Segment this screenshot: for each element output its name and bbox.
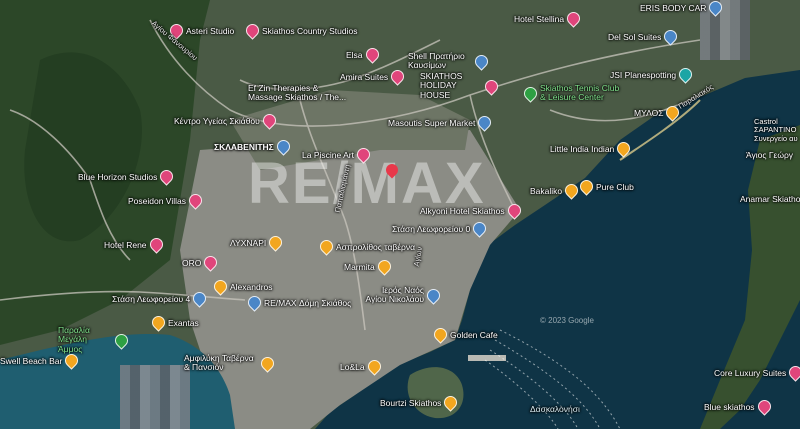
poi-kentro-ygeias[interactable]: Κέντρο Υγείας Σκιάθου [174,111,279,130]
bus-icon [190,289,209,308]
hotel-icon [157,167,177,186]
bar-icon [577,177,596,196]
poi-body-care[interactable]: ERIS BODY CAR [640,0,726,17]
poi-efzin[interactable]: Ef Zin Therapies & Massage Skiathos / Th… [248,83,348,103]
poi-golden-cafe[interactable]: Golden Cafe [431,325,498,344]
poi-marmita[interactable]: Marmita [344,257,394,276]
poi-blue-skiathos[interactable]: Blue skiathos [704,397,774,416]
gas-icon [472,52,491,71]
landmark-icon [441,393,461,412]
bus-icon [470,219,489,238]
poi-core-luxury[interactable]: Core Luxury Suites [714,363,800,382]
poi-little-india[interactable]: Little India Indian [550,139,633,158]
poi-jsi-planespotting[interactable]: JSI Planespotting [610,65,695,84]
hotel-icon [201,253,221,272]
poi-elsa[interactable]: Elsa [346,45,382,64]
place-label-anamar: Anamar Skiatho [740,194,800,204]
restaurant-icon [614,139,633,158]
cafe-icon [431,325,450,344]
poi-country-studios[interactable]: Skiathos Country Studios [243,21,357,40]
poi-sklavenitis[interactable]: ΣΚΛΑΒΕΝΙΤΗΣ [214,137,293,156]
hotel-icon [388,67,407,86]
blurred-area-bottom [120,365,190,429]
poi-alexandros[interactable]: Alexandros [211,277,273,296]
poi-blue-horizon[interactable]: Blue Horizon Studios [78,167,177,186]
poi-lychnari[interactable]: ΛΥΧΝΑΡΙ [230,233,285,252]
poi-stasi-4[interactable]: Στάση Λεωφορείου 4 [112,289,209,308]
cart-icon [475,113,495,132]
poi-stasi-0[interactable]: Στάση Λεωφορείου 0 [392,219,489,238]
poi-del-sol[interactable]: Del Sol Suites [608,27,681,46]
poi-aprolithos[interactable]: Ασπρολίθος ταβέρνα [317,237,415,256]
cart-icon [274,137,293,156]
bar-icon [62,351,82,370]
poi-castrol[interactable]: Castrol ΣΑΡΑΝΤΙΝΟ Συνεργείο αυ [754,117,800,143]
poi-amfilyki[interactable]: Αμφιλύκη Ταβέρνα & Πανσιόν [184,353,277,373]
restaurant-icon [211,277,230,296]
poi-oro[interactable]: ORO [182,253,221,272]
church-icon [424,286,443,305]
copyright-notice: © 2023 Google [540,316,594,325]
poi-bakaliko[interactable]: Bakaliko [530,181,581,200]
restaurant-icon [375,257,394,276]
poi-poseidon[interactable]: Poseidon Villas [128,191,205,210]
place-label-daskaloni: Δασκαλονήσι [530,404,580,414]
poi-ieros-naos[interactable]: Ιερός Ναός Αγίου Νικολάου [360,285,443,305]
poi-amira[interactable]: Amira Suites [340,67,407,86]
poi-hotel-rene[interactable]: Hotel Rene [104,235,166,254]
camera-icon [676,65,695,84]
hotel-icon [362,45,382,64]
restaurant-icon [317,237,336,256]
poi-paralia[interactable]: Παραλία Μεγάλη Άμμος [58,325,131,354]
hospital-icon [260,111,279,130]
poi-swell-beach[interactable]: Swell Beach Bar [0,351,82,370]
restaurant-icon [258,354,277,373]
place-label-agios-georgios: Άγιος Γεώργ [746,150,794,160]
map-view[interactable]: RE/MAX Asteri Studio Skiathos Country St… [0,0,800,429]
poi-pure-club[interactable]: Pure Club [577,177,634,196]
poi-tennis-club[interactable]: Skiathos Tennis Club & Leisure Center [521,83,624,103]
poi-lo-la[interactable]: Lo&La [340,357,384,376]
poi-exantas[interactable]: Exantas [149,313,199,332]
poi-asteri[interactable]: Asteri Studio [167,21,234,40]
restaurant-icon [364,357,384,376]
poi-la-piscine[interactable]: La Piscine Art [302,145,373,164]
poi-stellina[interactable]: Hotel Stellina [514,9,583,28]
hotel-icon [482,76,501,96]
hotel-icon [186,191,205,210]
restaurant-icon [266,233,285,252]
hotel-icon [354,145,373,164]
hotel-icon [754,397,774,416]
beach-icon [112,330,131,350]
hotel-icon [243,21,262,40]
poi-mylos[interactable]: ΜΥΛΟΣ [634,103,683,122]
poi-holiday-house[interactable]: SKIATHOS HOLIDAY HOUSE [420,71,501,100]
park-icon [521,84,540,103]
restaurant-icon [149,313,168,332]
restaurant-icon [562,181,581,200]
hotel-icon [146,235,166,254]
poi-alkyoni[interactable]: Alkyoni Hotel Skiathos [420,201,524,220]
building-icon [245,293,264,312]
poi-shell[interactable]: Shell Πρατήριο Καυσίμων [408,51,491,71]
poi-masoutis[interactable]: Masoutis Super Market [388,113,495,132]
hotel-icon [564,9,583,28]
hotel-icon [661,27,681,46]
poi-remax[interactable]: RE/MAX Δόμη Σκιάθος [245,293,351,312]
hotel-icon [504,201,524,220]
hotel-icon [786,363,800,382]
poi-bourtzi[interactable]: Bourtzi Skiathos [380,393,461,412]
